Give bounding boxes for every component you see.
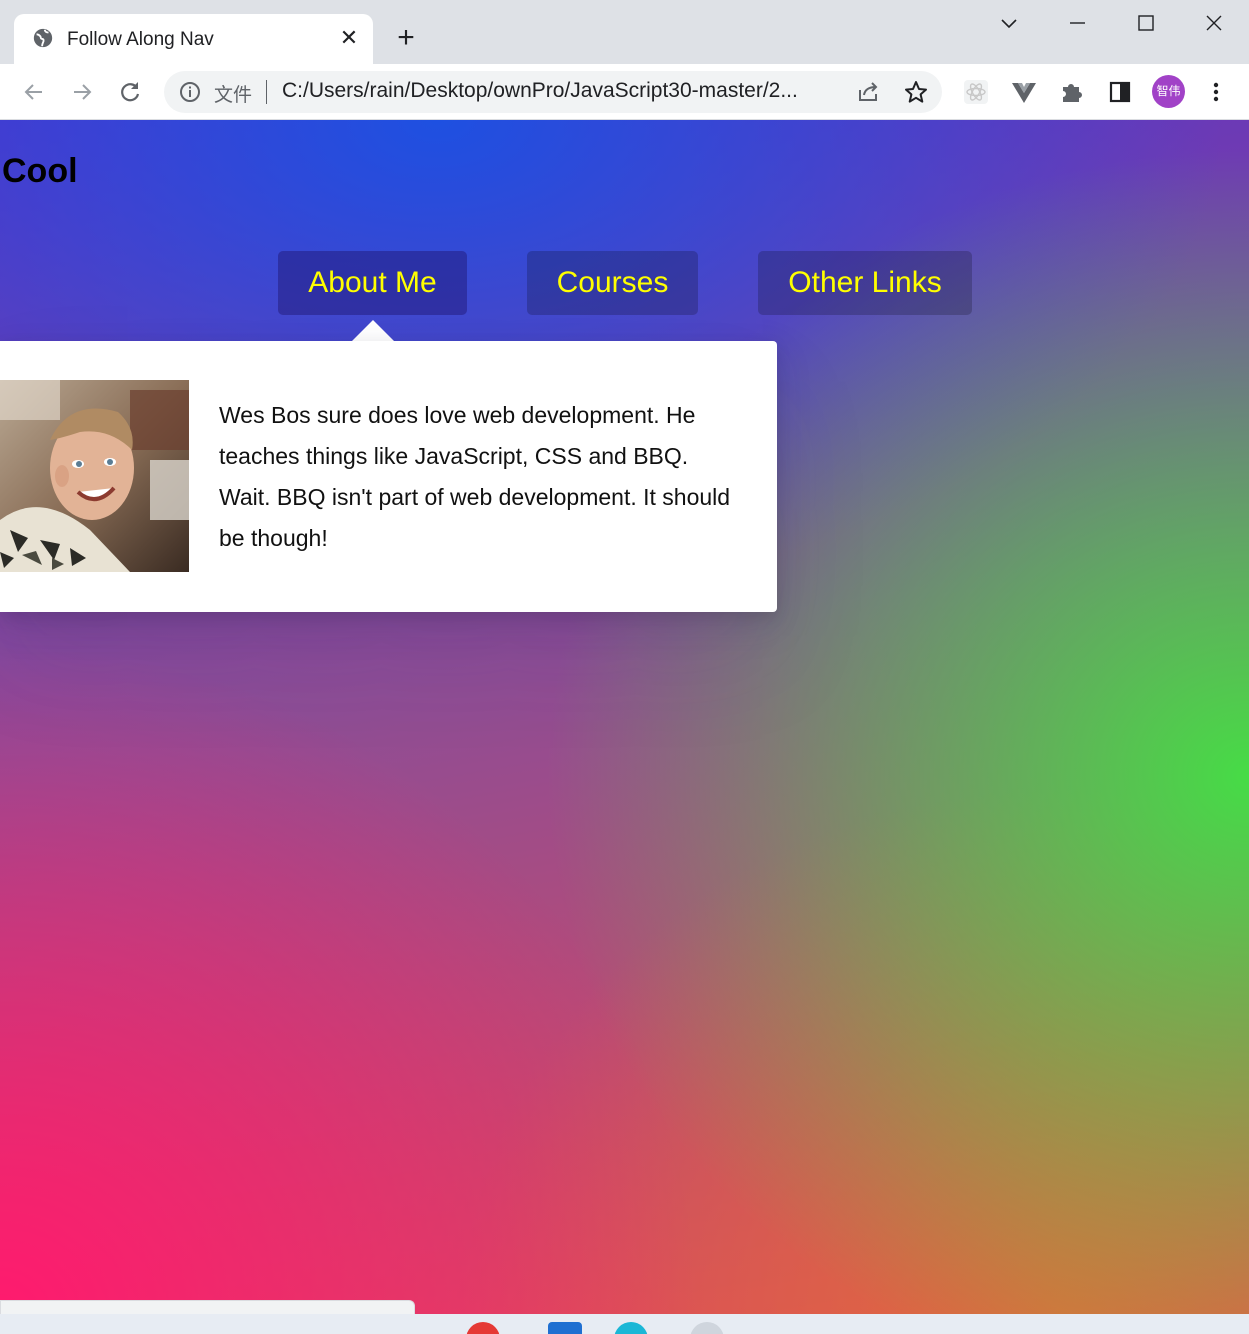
taskbar-app-icon[interactable]	[690, 1322, 724, 1334]
taskbar-edge-icon[interactable]	[614, 1322, 648, 1334]
profile-photo	[0, 380, 189, 572]
globe-icon	[33, 28, 53, 48]
chevron-down-icon[interactable]	[994, 10, 1024, 38]
dropdown-panel: Wes Bos sure does love web development. …	[0, 341, 777, 612]
reload-icon[interactable]	[116, 78, 144, 106]
nav-item-about-me[interactable]: About Me	[278, 251, 467, 315]
arrow-right-icon[interactable]	[68, 78, 96, 106]
browser-tab[interactable]: Follow Along Nav ✕	[14, 14, 373, 64]
share-icon[interactable]	[854, 78, 882, 106]
status-bubble	[0, 1300, 415, 1314]
bio-text: Wes Bos sure does love web development. …	[219, 402, 731, 551]
kebab-menu-icon[interactable]	[1202, 78, 1230, 106]
browser-titlebar: Follow Along Nav ✕ +	[0, 0, 1249, 64]
maximize-icon[interactable]	[1131, 10, 1161, 38]
page-heading: Cool	[2, 152, 78, 190]
side-panel-icon[interactable]	[1106, 78, 1134, 106]
star-icon[interactable]	[902, 78, 930, 106]
browser-toolbar: 文件 C:/Users/rain/Desktop/ownPro/JavaScri…	[0, 64, 1249, 120]
os-taskbar	[0, 1314, 1249, 1334]
file-scheme-label: 文件	[214, 84, 253, 106]
extension-react-icon[interactable]	[962, 78, 990, 106]
taskbar-vscode-icon[interactable]	[548, 1322, 582, 1334]
address-bar[interactable]: 文件 C:/Users/rain/Desktop/ownPro/JavaScri…	[164, 71, 942, 113]
address-url[interactable]: C:/Users/rain/Desktop/ownPro/JavaScript3…	[282, 79, 842, 103]
extension-vue-icon[interactable]	[1010, 78, 1038, 106]
taskbar-chrome-icon[interactable]	[466, 1322, 500, 1334]
puzzle-icon[interactable]	[1058, 78, 1086, 106]
nav-item-courses[interactable]: Courses	[527, 251, 698, 315]
info-icon[interactable]	[178, 80, 202, 104]
nav-item-other-links[interactable]: Other Links	[758, 251, 972, 315]
address-separator	[266, 80, 267, 104]
new-tab-button[interactable]: +	[392, 23, 420, 53]
page-viewport: Cool About Me Courses Other Links Wes Bo…	[0, 120, 1249, 1314]
minimize-icon[interactable]	[1062, 10, 1092, 38]
close-window-icon[interactable]	[1199, 10, 1229, 38]
arrow-left-icon[interactable]	[20, 78, 48, 106]
profile-avatar[interactable]: 智伟	[1152, 75, 1185, 108]
tab-title: Follow Along Nav	[67, 29, 214, 50]
tab-close-icon[interactable]: ✕	[337, 26, 361, 50]
avatar	[0, 380, 189, 572]
dropdown-arrow	[352, 320, 394, 341]
